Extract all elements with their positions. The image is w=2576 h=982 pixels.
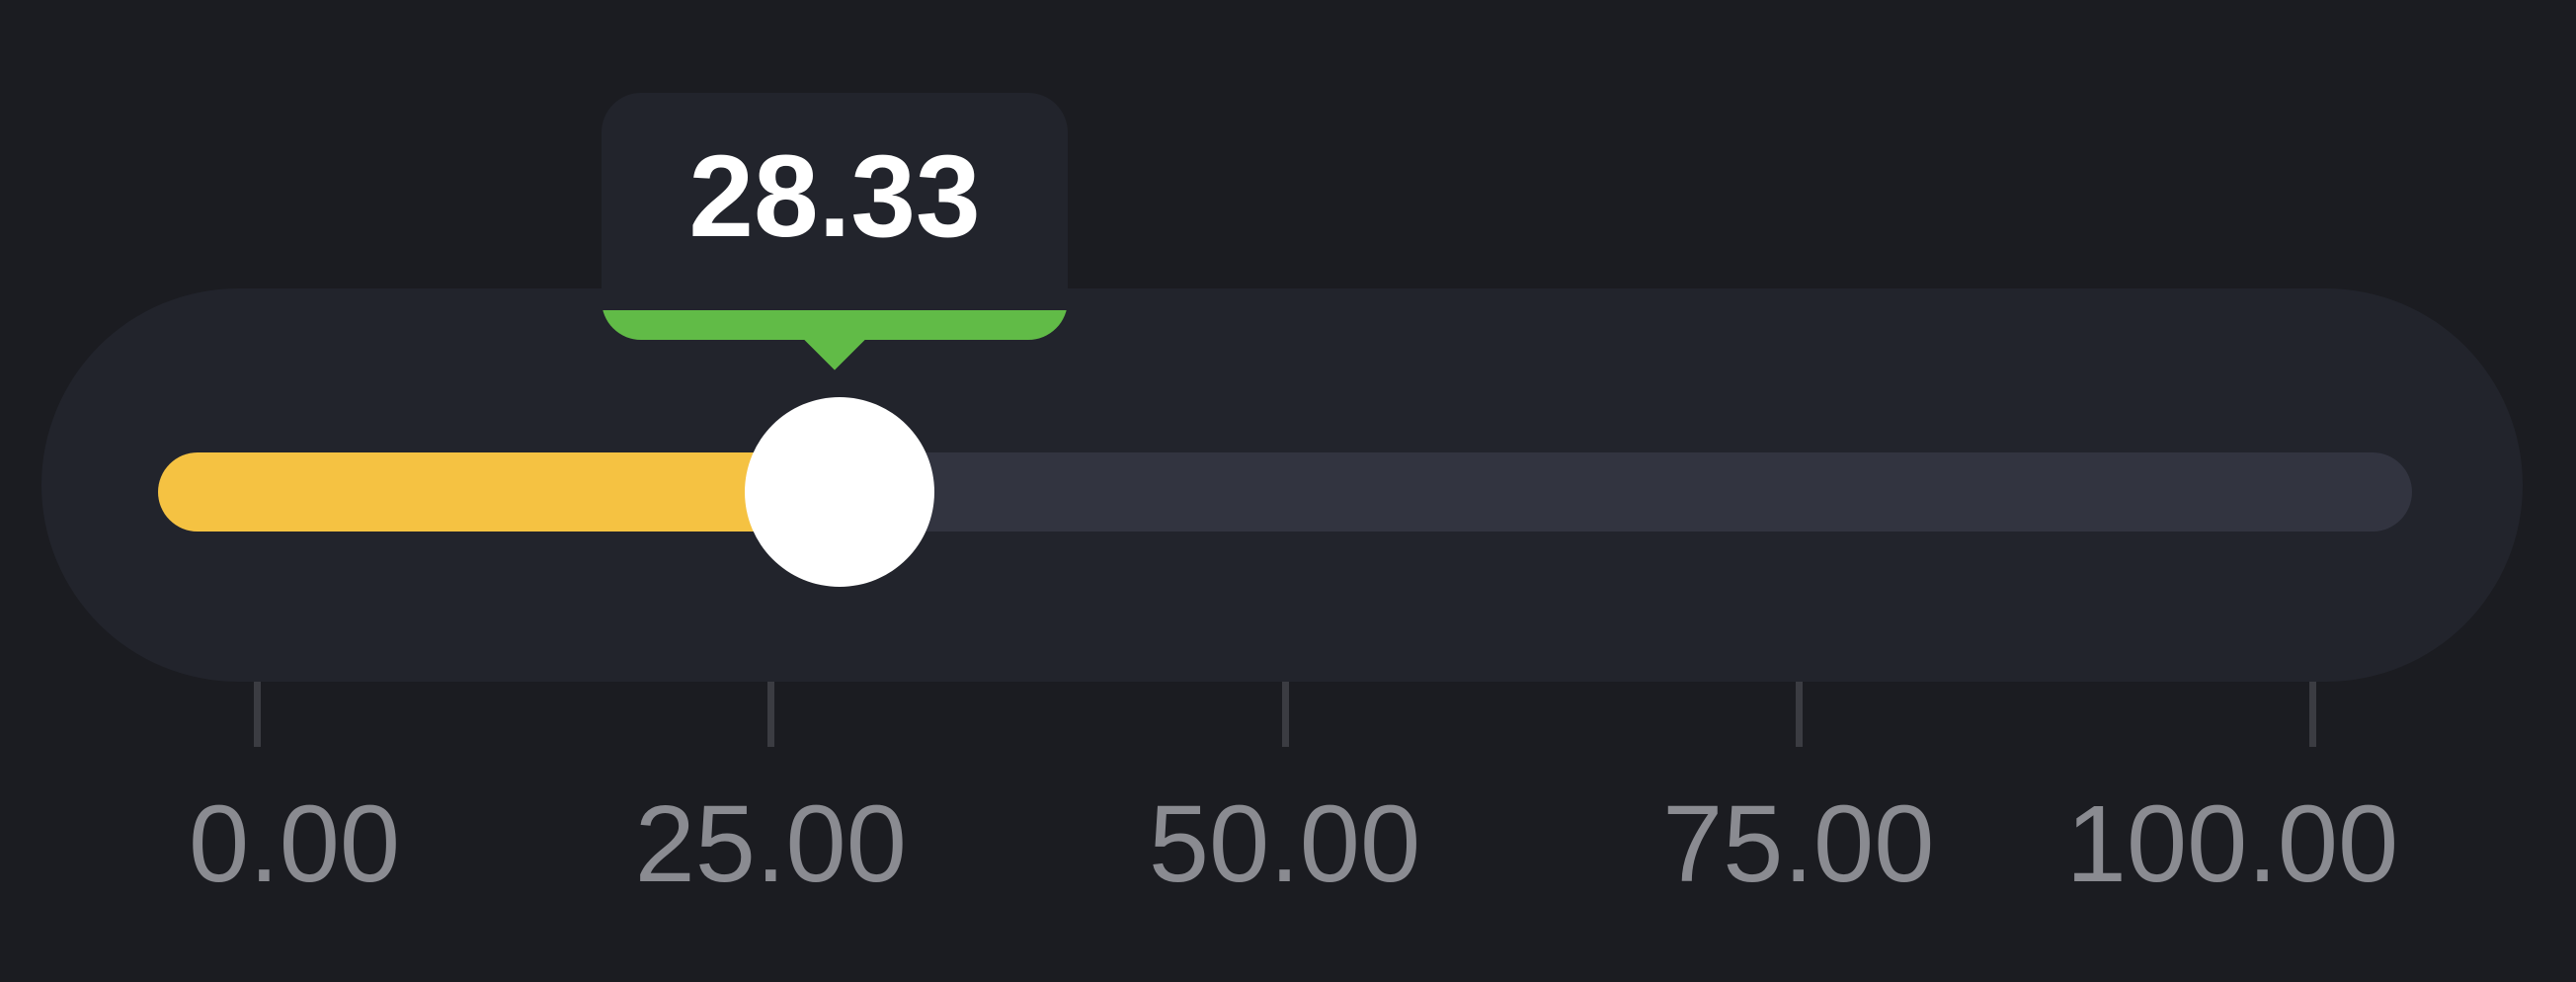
tooltip-value: 28.33 (688, 131, 981, 262)
tick-mark (2309, 682, 2316, 747)
tick-label: 50.00 (1148, 783, 1421, 905)
tick-mark (254, 682, 261, 747)
tick-mark (1281, 682, 1289, 747)
value-tooltip: 28.33 (602, 93, 1068, 344)
tick-label: 100.00 (2065, 783, 2399, 905)
tick-mark (767, 682, 775, 747)
slider-fill (158, 452, 840, 532)
slider-thumb[interactable] (744, 397, 934, 587)
tick-label: 0.00 (188, 783, 401, 905)
slider-track[interactable] (158, 452, 2412, 532)
tick-mark (1795, 682, 1803, 747)
tick-label: 75.00 (1662, 783, 1935, 905)
tick-label: 25.00 (634, 783, 907, 905)
